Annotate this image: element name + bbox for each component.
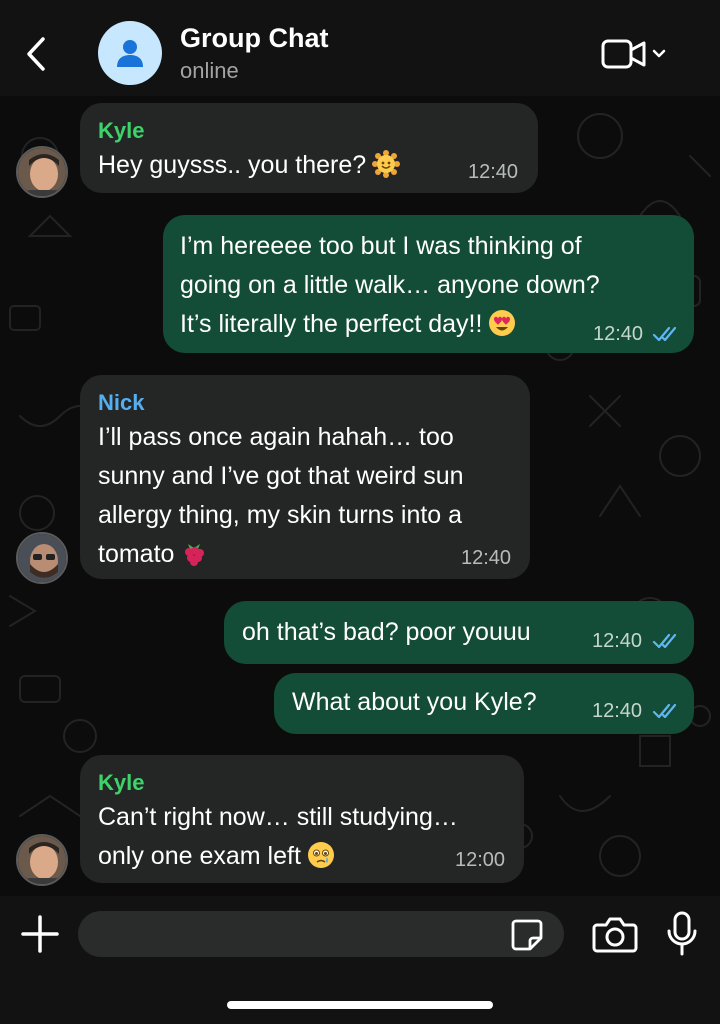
chevron-left-icon (27, 37, 45, 71)
sender-name: Kyle (98, 118, 145, 143)
message-bubble[interactable]: Kyle Can’t right now… still studying… onl… (80, 755, 524, 883)
plus-icon (21, 915, 59, 953)
message-time: 12:40 (468, 161, 519, 183)
avatar-kyle[interactable] (16, 146, 68, 198)
message-bubble[interactable]: Kyle Hey guysss.. you there? 12:40 (80, 103, 538, 193)
heart-eyes-emoji (488, 309, 516, 349)
sender-name: Nick (98, 390, 145, 415)
read-receipt-icon (652, 326, 677, 342)
group-avatar[interactable] (98, 21, 162, 85)
sticker-button[interactable] (510, 918, 544, 952)
message-text: What about you Kyle? (292, 688, 537, 716)
raspberry-emoji (180, 539, 208, 579)
video-camera-icon (601, 39, 646, 69)
read-receipt-icon (652, 633, 677, 649)
chevron-down-icon (652, 49, 666, 58)
chat-status: online (180, 58, 239, 83)
message-bubble[interactable]: oh that’s bad? poor youuu 12:40 (224, 601, 694, 664)
message-text: Hey guysss.. you there? (98, 146, 401, 190)
back-button[interactable] (18, 30, 54, 78)
camera-icon (592, 917, 638, 953)
message-text: I’ll pass once again hahah… too sunny and… (98, 418, 464, 579)
avatar-kyle[interactable] (16, 834, 68, 886)
message-bubble[interactable]: What about you Kyle? 12:40 (274, 673, 694, 734)
avatar-nick[interactable] (16, 532, 68, 584)
message-bubble[interactable]: I’m hereeee too but I was thinking of goi… (163, 215, 694, 353)
microphone-icon (667, 911, 697, 956)
video-call-button[interactable] (600, 36, 672, 72)
message-text: oh that’s bad? poor youuu (242, 618, 531, 646)
message-time: 12:40 (592, 700, 643, 722)
sticker-icon (511, 919, 543, 951)
message-text: I’m hereeee too but I was thinking of goi… (180, 227, 600, 349)
person-icon (117, 40, 143, 67)
chat-header: Group Chat online (0, 0, 720, 96)
chat-title[interactable]: Group Chat (180, 23, 329, 54)
message-list[interactable]: Kyle Hey guysss.. you there? 12:40 I’m h… (0, 96, 720, 896)
message-input[interactable] (78, 911, 564, 957)
message-time: 12:00 (455, 849, 506, 871)
camera-button[interactable] (592, 914, 638, 954)
voice-message-button[interactable] (664, 910, 700, 958)
read-receipt-icon (652, 703, 677, 719)
message-bubble[interactable]: Nick I’ll pass once again hahah… too sunn… (80, 375, 530, 579)
message-time: 12:40 (593, 323, 644, 345)
smiling-sun-emoji (372, 150, 401, 190)
sender-name: Kyle (98, 770, 145, 795)
add-attachment-button[interactable] (18, 912, 62, 956)
message-text: Can’t right now… still studying… only one… (98, 798, 458, 881)
home-indicator[interactable] (227, 1001, 493, 1009)
message-time: 12:40 (592, 630, 643, 652)
message-time: 12:40 (461, 547, 512, 569)
holding-back-tears-emoji (307, 841, 335, 881)
